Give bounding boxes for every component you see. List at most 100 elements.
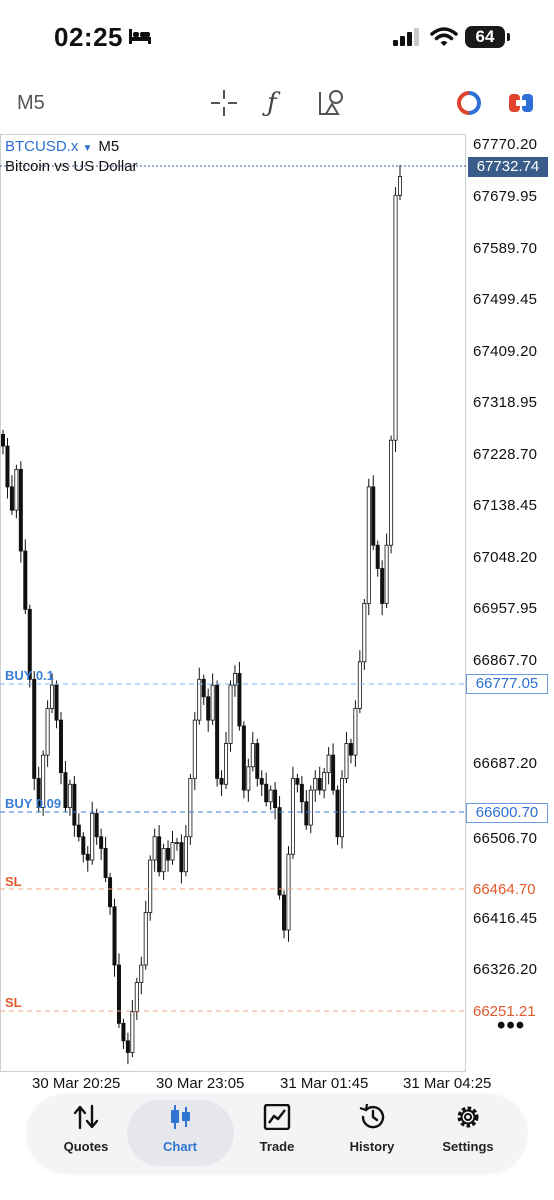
time-label: 30 Mar 20:25 — [32, 1075, 121, 1092]
tab-trade[interactable]: Trade — [232, 1103, 322, 1154]
candle-body — [282, 894, 287, 931]
price-label: 67770.20 — [473, 136, 538, 153]
candle-body — [201, 678, 206, 698]
candle-body — [103, 848, 108, 878]
candle-body — [18, 468, 23, 552]
candle-body — [264, 783, 269, 803]
tab-history[interactable]: History — [327, 1103, 417, 1154]
price-label: 66416.45 — [473, 910, 538, 927]
candle-body — [232, 673, 237, 686]
sl-tag-2[interactable]: SL — [5, 995, 22, 1010]
candle-body — [304, 801, 309, 826]
candle-body — [85, 853, 90, 861]
more-options-icon[interactable]: ••• — [497, 1012, 525, 1040]
symbol-name: BTCUSD.x — [5, 138, 79, 155]
price-label: 66867.70 — [473, 652, 538, 669]
candle-body — [50, 684, 55, 709]
price-chart[interactable] — [0, 134, 554, 1084]
candle-body — [58, 719, 63, 774]
chart-symbol[interactable]: BTCUSD.x ▼ M5 — [5, 138, 119, 155]
candle-body — [121, 1022, 126, 1042]
time-label: 31 Mar 04:25 — [403, 1075, 492, 1092]
wifi-icon — [430, 27, 458, 46]
symbol-timeframe: M5 — [98, 138, 120, 155]
quotes-icon — [73, 1104, 99, 1130]
candle-body — [81, 836, 86, 855]
candle-body — [179, 842, 184, 873]
candle-body — [54, 684, 59, 721]
crosshair-icon[interactable] — [210, 89, 238, 117]
candle-body — [357, 661, 362, 709]
candle-body — [313, 778, 318, 791]
price-label: 67138.45 — [473, 497, 538, 514]
candle-body — [139, 964, 144, 983]
status-time: 02:25 — [54, 22, 123, 52]
candle-body — [366, 486, 371, 604]
candle-body — [152, 836, 157, 861]
candle-body — [286, 853, 291, 931]
candle-body — [170, 842, 175, 861]
price-label: 67409.20 — [473, 343, 538, 360]
tab-label: Quotes — [63, 1139, 109, 1154]
candle-body — [273, 789, 278, 808]
candle-body — [183, 836, 188, 873]
candle-body — [161, 848, 166, 873]
candle-body — [250, 743, 255, 768]
tab-chart[interactable]: Chart — [135, 1104, 225, 1154]
symbol-description: Bitcoin vs US Dollar — [5, 158, 138, 175]
candle-body — [224, 743, 229, 785]
candle-body — [371, 486, 376, 546]
tab-label: Settings — [442, 1139, 494, 1154]
one-click-trading-icon[interactable] — [454, 90, 484, 116]
candle-body — [210, 684, 215, 721]
candle-body — [335, 789, 340, 838]
objects-icon[interactable] — [318, 88, 346, 116]
candle-body — [108, 877, 113, 908]
price-label: 67228.70 — [473, 446, 538, 463]
candle-body — [259, 778, 264, 785]
candle-body — [125, 1040, 130, 1053]
candle-body — [393, 194, 398, 441]
sleep-focus-icon — [129, 29, 151, 44]
candlestick-chart-icon — [171, 1105, 190, 1129]
candle-body — [322, 772, 327, 791]
order-switch-icon[interactable] — [508, 92, 534, 114]
candle-body — [219, 778, 224, 785]
candle-body — [76, 824, 81, 838]
candle-body — [143, 912, 148, 966]
price-label: 66957.95 — [473, 600, 538, 617]
tab-settings[interactable]: Settings — [423, 1104, 513, 1154]
candle-body — [166, 848, 171, 861]
tab-label: Trade — [259, 1139, 295, 1154]
battery-indicator: 64 — [465, 26, 505, 48]
symbol-dropdown-icon[interactable]: ▼ — [83, 143, 93, 154]
current-price-label: 67732.74 — [468, 157, 548, 177]
buy-order-tag-2[interactable]: BUY 0.09 — [5, 796, 61, 811]
candle-body — [0, 433, 6, 447]
buy-order-price-1[interactable]: 66777.05 — [466, 674, 548, 694]
battery-cap — [507, 33, 510, 41]
price-label: 66687.20 — [473, 755, 538, 772]
candle-body — [268, 789, 273, 803]
sl-price-1[interactable]: 66464.70 — [473, 881, 536, 898]
candle-body — [375, 544, 380, 569]
candle-body — [326, 754, 331, 774]
candle-body — [228, 684, 233, 744]
candle-body — [23, 550, 28, 610]
candle-body — [134, 982, 139, 1013]
buy-order-price-2[interactable]: 66600.70 — [466, 803, 548, 823]
candle-body — [308, 789, 313, 826]
candle-body — [63, 772, 68, 808]
candle-body — [188, 778, 193, 838]
sl-tag-1[interactable]: SL — [5, 874, 22, 889]
candle-body — [380, 568, 385, 604]
indicators-icon[interactable]: ƒ — [267, 88, 277, 118]
candle-body — [255, 743, 260, 779]
tab-label: History — [349, 1139, 395, 1154]
buy-order-tag-1[interactable]: BUY 0.1 — [5, 668, 54, 683]
tab-quotes[interactable]: Quotes — [41, 1104, 131, 1154]
timeframe-button[interactable]: M5 — [17, 92, 45, 115]
candle-body — [9, 486, 14, 511]
candle-body — [116, 964, 121, 1024]
history-icon — [359, 1103, 385, 1129]
